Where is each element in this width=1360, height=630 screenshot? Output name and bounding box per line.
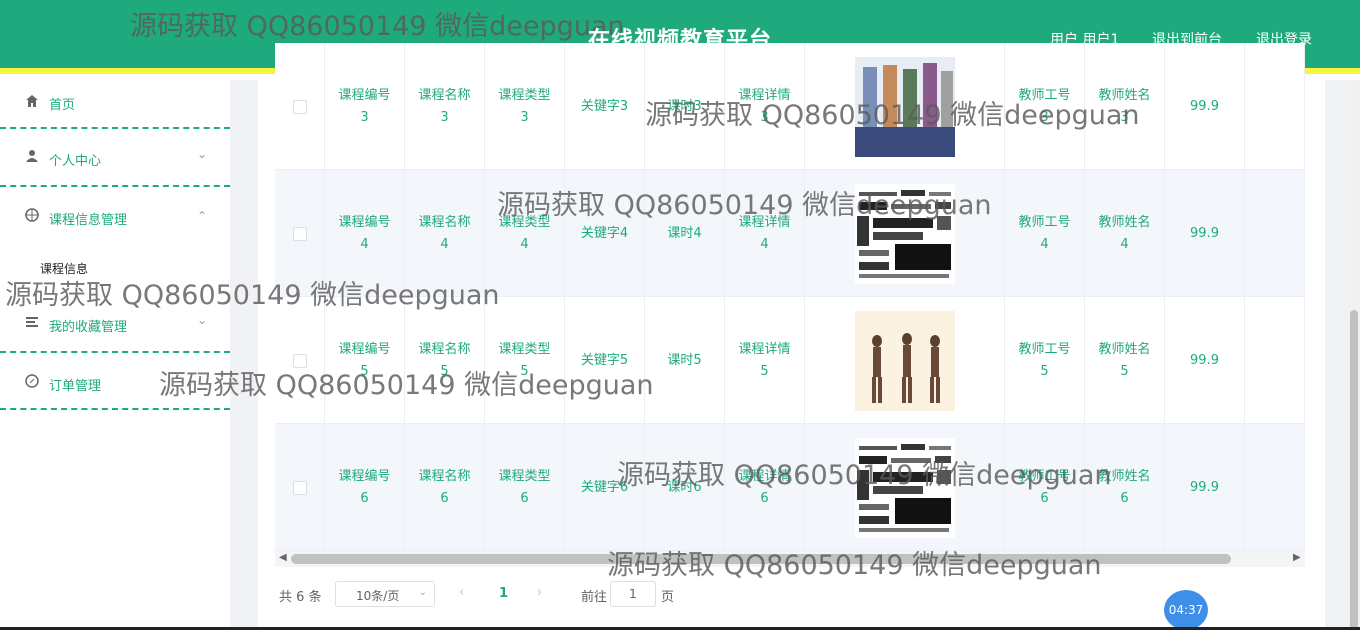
- next-page-icon[interactable]: ›: [537, 585, 542, 600]
- page-size-value: 10条/页: [356, 589, 400, 603]
- sidebar-item-course-management[interactable]: 课程信息管理 ⌃: [0, 187, 230, 245]
- row-checkbox[interactable]: [292, 226, 307, 241]
- cell-detail: 课程详情 5: [725, 297, 805, 424]
- cell-price: 99.9: [1165, 297, 1245, 424]
- chevron-down-icon: ⌄: [197, 147, 208, 161]
- code-text: 课程编号 4: [338, 214, 391, 252]
- cell-type: 课程类型 6: [485, 424, 565, 551]
- cell-name: 课程名称 5: [405, 297, 485, 424]
- cell-teacher-id: 教师工号 4: [1005, 170, 1085, 297]
- cell-blank: [1245, 170, 1305, 297]
- sidebar-item-label: 课程信息管理: [49, 213, 128, 228]
- cell-code: 课程编号 5: [325, 297, 405, 424]
- cell-code: 课程编号 6: [325, 424, 405, 551]
- hours-text: 课时5: [667, 352, 702, 368]
- home-icon: [24, 94, 40, 110]
- cell-image: [805, 297, 1005, 424]
- keyword-text: 关键字4: [580, 225, 629, 241]
- teacher-id-text: 教师工号 4: [1018, 214, 1071, 252]
- chevron-up-icon: ⌃: [197, 209, 208, 223]
- cell-teacher-id: 教师工号 5: [1005, 297, 1085, 424]
- price-text: 99.9: [1190, 479, 1219, 495]
- cell-keyword: 关键字3: [565, 43, 645, 170]
- user-icon: [24, 149, 40, 165]
- watermark: 源码获取 QQ86050149 微信deepguan: [159, 370, 654, 401]
- vertical-scrollbar[interactable]: [1348, 80, 1360, 630]
- price-text: 99.9: [1190, 98, 1219, 114]
- cell-teacher-name: 教师姓名 5: [1085, 297, 1165, 424]
- watermark: 源码获取 QQ86050149 微信deepguan: [497, 190, 992, 221]
- sidebar-item-home[interactable]: 首页: [0, 80, 230, 129]
- scroll-right-icon[interactable]: ▶: [1293, 552, 1301, 563]
- cell-price: 99.9: [1165, 424, 1245, 551]
- name-text: 课程名称 3: [418, 87, 471, 125]
- teacher-id-text: 教师工号 5: [1018, 341, 1071, 379]
- timer-badge: 04:37: [1164, 590, 1208, 630]
- cell-teacher-name: 教师姓名 4: [1085, 170, 1165, 297]
- type-text: 课程类型 3: [498, 87, 551, 125]
- code-text: 课程编号 6: [338, 468, 391, 506]
- compass-icon: [24, 374, 40, 390]
- detail-text: 课程详情 5: [738, 341, 791, 379]
- watermark: 源码获取 QQ86050149 微信deepguan: [5, 280, 500, 311]
- cell-check: [275, 297, 325, 424]
- row-checkbox[interactable]: [292, 480, 307, 495]
- goto-label: 前往: [581, 590, 608, 605]
- vertical-scroll-thumb[interactable]: [1350, 310, 1358, 630]
- table-row[interactable]: 课程编号 5 课程名称 5 课程类型 5 关键字5 课时5 课程详情 5 教师工号 5 教师姓名 5 99.…: [275, 297, 1305, 424]
- cell-name: 课程名称 3: [405, 43, 485, 170]
- goto-page-input[interactable]: 1: [610, 581, 656, 607]
- total-count: 共 6 条: [279, 590, 322, 605]
- code-text: 课程编号 3: [338, 87, 391, 125]
- price-text: 99.9: [1190, 352, 1219, 368]
- name-text: 课程名称 4: [418, 214, 471, 252]
- price-text: 99.9: [1190, 225, 1219, 241]
- cell-check: [275, 424, 325, 551]
- page-suffix: 页: [661, 590, 675, 605]
- list-icon: [24, 315, 40, 331]
- teacher-name-text: 教师姓名 5: [1098, 341, 1151, 379]
- chevron-down-icon: ⌄: [197, 313, 208, 327]
- name-text: 课程名称 6: [418, 468, 471, 506]
- cell-blank: [1245, 424, 1305, 551]
- sidebar-item-label: 我的收藏管理: [49, 320, 128, 335]
- cell-hours: 课时5: [645, 297, 725, 424]
- sidebar-item-label: 首页: [49, 98, 76, 113]
- keyword-text: 关键字3: [580, 98, 629, 114]
- chevron-down-icon: ⌄: [418, 587, 427, 598]
- cell-type: 课程类型 5: [485, 297, 565, 424]
- cell-price: 99.9: [1165, 43, 1245, 170]
- cell-price: 99.9: [1165, 170, 1245, 297]
- prev-page-icon[interactable]: ‹: [459, 585, 464, 600]
- sidebar-item-personal-center[interactable]: 个人中心 ⌄: [0, 129, 230, 187]
- cell-code: 课程编号 3: [325, 43, 405, 170]
- cell-blank: [1245, 297, 1305, 424]
- cell-check: [275, 43, 325, 170]
- cell-name: 课程名称 6: [405, 424, 485, 551]
- cell-blank: [1245, 43, 1305, 170]
- type-text: 课程类型 6: [498, 468, 551, 506]
- watermark: 源码获取 QQ86050149 微信deepguan: [645, 100, 1140, 131]
- target-icon: [24, 208, 40, 224]
- hours-text: 课时4: [667, 225, 702, 241]
- row-checkbox[interactable]: [292, 99, 307, 114]
- sidebar-item-label: 订单管理: [49, 379, 102, 394]
- cell-keyword: 关键字5: [565, 297, 645, 424]
- sidebar: 首页 个人中心 ⌄ 课程信息管理 ⌃ 课程信息 我的收藏管理 ⌄ 订单管理: [0, 80, 230, 630]
- cell-type: 课程类型 3: [485, 43, 565, 170]
- page-size-select[interactable]: 10条/页 ⌄: [335, 581, 435, 607]
- sidebar-item-label: 个人中心: [49, 154, 102, 169]
- scroll-left-icon[interactable]: ◀: [279, 552, 287, 563]
- watermark: 源码获取 QQ86050149 微信deepguan: [617, 460, 1112, 491]
- teacher-name-text: 教师姓名 4: [1098, 214, 1151, 252]
- page-number[interactable]: 1: [499, 586, 508, 601]
- watermark: 源码获取 QQ86050149 微信deepguan: [607, 550, 1102, 581]
- course-thumbnail: [854, 310, 955, 411]
